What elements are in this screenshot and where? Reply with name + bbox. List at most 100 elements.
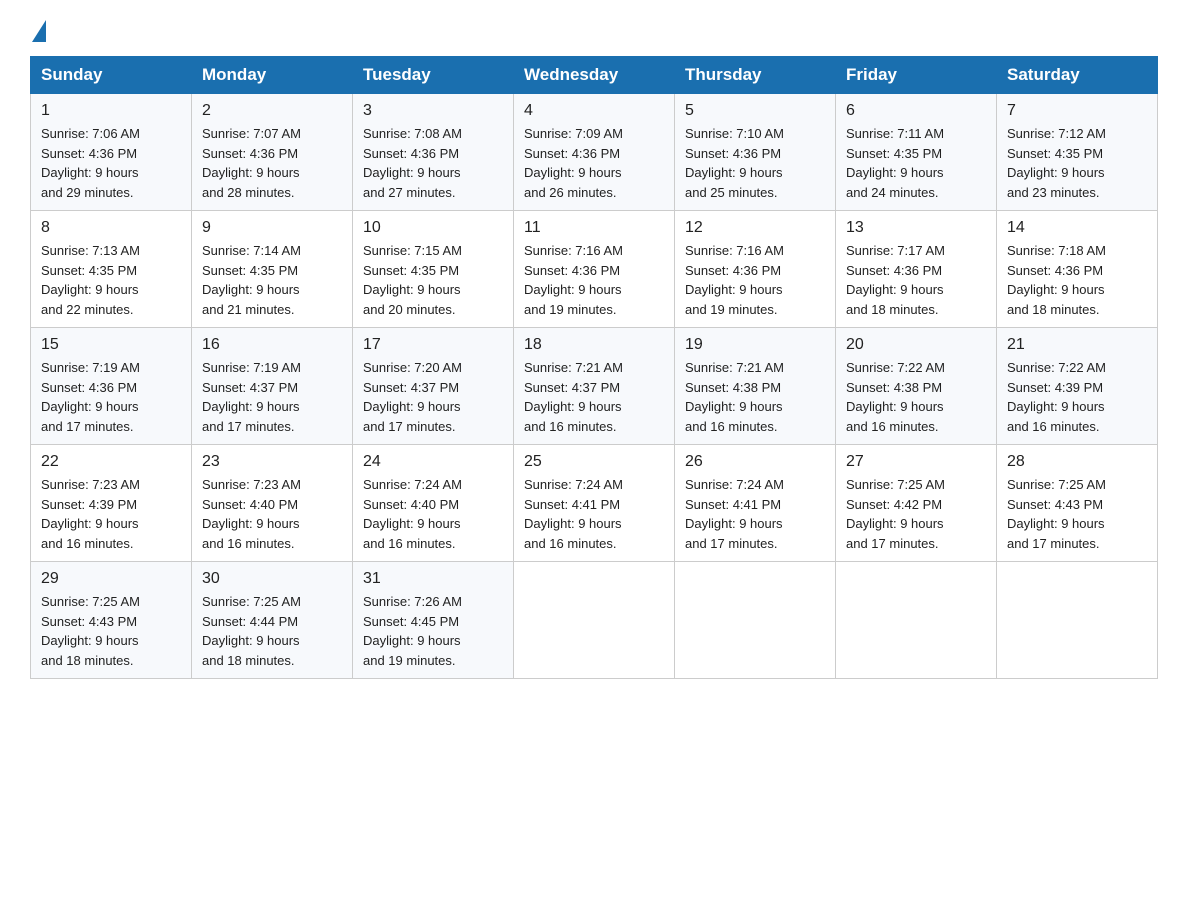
header-tuesday: Tuesday — [353, 57, 514, 94]
day-number: 29 — [41, 570, 181, 588]
day-info: Sunrise: 7:24 AMSunset: 4:41 PMDaylight:… — [685, 475, 825, 553]
calendar-cell: 13 Sunrise: 7:17 AMSunset: 4:36 PMDayligh… — [836, 211, 997, 328]
calendar-cell — [997, 562, 1158, 679]
calendar-cell — [675, 562, 836, 679]
header-sunday: Sunday — [31, 57, 192, 94]
header-wednesday: Wednesday — [514, 57, 675, 94]
day-number: 23 — [202, 453, 342, 471]
day-number: 26 — [685, 453, 825, 471]
day-number: 16 — [202, 336, 342, 354]
calendar-week-4: 22 Sunrise: 7:23 AMSunset: 4:39 PMDayligh… — [31, 445, 1158, 562]
day-number: 2 — [202, 102, 342, 120]
calendar-body: 1Sunrise: 7:06 AMSunset: 4:36 PMDaylight… — [31, 94, 1158, 679]
day-number: 11 — [524, 219, 664, 237]
header-friday: Friday — [836, 57, 997, 94]
day-number: 14 — [1007, 219, 1147, 237]
day-info: Sunrise: 7:16 AMSunset: 4:36 PMDaylight:… — [685, 241, 825, 319]
calendar-cell: 8 Sunrise: 7:13 AMSunset: 4:35 PMDaylight… — [31, 211, 192, 328]
day-number: 15 — [41, 336, 181, 354]
day-info: Sunrise: 7:25 AMSunset: 4:44 PMDaylight:… — [202, 592, 342, 670]
header-row: SundayMondayTuesdayWednesdayThursdayFrid… — [31, 57, 1158, 94]
calendar-cell: 4 Sunrise: 7:09 AMSunset: 4:36 PMDaylight… — [514, 94, 675, 211]
calendar-cell: 9 Sunrise: 7:14 AMSunset: 4:35 PMDaylight… — [192, 211, 353, 328]
header-saturday: Saturday — [997, 57, 1158, 94]
day-number: 31 — [363, 570, 503, 588]
day-info: Sunrise: 7:11 AMSunset: 4:35 PMDaylight:… — [846, 124, 986, 202]
day-info: Sunrise: 7:20 AMSunset: 4:37 PMDaylight:… — [363, 358, 503, 436]
calendar-cell: 5 Sunrise: 7:10 AMSunset: 4:36 PMDaylight… — [675, 94, 836, 211]
day-number: 30 — [202, 570, 342, 588]
calendar-cell: 14Sunrise: 7:18 AMSunset: 4:36 PMDayligh… — [997, 211, 1158, 328]
calendar-cell: 18 Sunrise: 7:21 AMSunset: 4:37 PMDayligh… — [514, 328, 675, 445]
day-number: 10 — [363, 219, 503, 237]
day-info: Sunrise: 7:07 AMSunset: 4:36 PMDaylight:… — [202, 124, 342, 202]
page-header — [30, 20, 1158, 38]
calendar-cell: 23 Sunrise: 7:23 AMSunset: 4:40 PMDayligh… — [192, 445, 353, 562]
day-info: Sunrise: 7:26 AMSunset: 4:45 PMDaylight:… — [363, 592, 503, 670]
calendar-cell: 29 Sunrise: 7:25 AMSunset: 4:43 PMDayligh… — [31, 562, 192, 679]
day-number: 17 — [363, 336, 503, 354]
calendar-week-3: 15 Sunrise: 7:19 AMSunset: 4:36 PMDayligh… — [31, 328, 1158, 445]
calendar-cell: 12 Sunrise: 7:16 AMSunset: 4:36 PMDayligh… — [675, 211, 836, 328]
day-info: Sunrise: 7:23 AMSunset: 4:39 PMDaylight:… — [41, 475, 181, 553]
day-info: Sunrise: 7:19 AMSunset: 4:36 PMDaylight:… — [41, 358, 181, 436]
calendar-cell: 26 Sunrise: 7:24 AMSunset: 4:41 PMDayligh… — [675, 445, 836, 562]
calendar-week-5: 29 Sunrise: 7:25 AMSunset: 4:43 PMDayligh… — [31, 562, 1158, 679]
day-number: 13 — [846, 219, 986, 237]
day-info: Sunrise: 7:22 AMSunset: 4:39 PMDaylight:… — [1007, 358, 1147, 436]
calendar-cell: 11 Sunrise: 7:16 AMSunset: 4:36 PMDayligh… — [514, 211, 675, 328]
day-number: 9 — [202, 219, 342, 237]
calendar-cell: 17 Sunrise: 7:20 AMSunset: 4:37 PMDayligh… — [353, 328, 514, 445]
day-number: 7 — [1007, 102, 1147, 120]
day-info: Sunrise: 7:12 AMSunset: 4:35 PMDaylight:… — [1007, 124, 1147, 202]
calendar-cell — [836, 562, 997, 679]
day-info: Sunrise: 7:16 AMSunset: 4:36 PMDaylight:… — [524, 241, 664, 319]
day-number: 6 — [846, 102, 986, 120]
day-info: Sunrise: 7:14 AMSunset: 4:35 PMDaylight:… — [202, 241, 342, 319]
day-info: Sunrise: 7:13 AMSunset: 4:35 PMDaylight:… — [41, 241, 181, 319]
calendar-cell: 27Sunrise: 7:25 AMSunset: 4:42 PMDayligh… — [836, 445, 997, 562]
day-number: 12 — [685, 219, 825, 237]
day-number: 3 — [363, 102, 503, 120]
header-thursday: Thursday — [675, 57, 836, 94]
day-number: 5 — [685, 102, 825, 120]
calendar-header: SundayMondayTuesdayWednesdayThursdayFrid… — [31, 57, 1158, 94]
day-info: Sunrise: 7:08 AMSunset: 4:36 PMDaylight:… — [363, 124, 503, 202]
calendar-cell: 10 Sunrise: 7:15 AMSunset: 4:35 PMDayligh… — [353, 211, 514, 328]
day-info: Sunrise: 7:25 AMSunset: 4:43 PMDaylight:… — [41, 592, 181, 670]
calendar-cell: 19 Sunrise: 7:21 AMSunset: 4:38 PMDayligh… — [675, 328, 836, 445]
day-info: Sunrise: 7:21 AMSunset: 4:38 PMDaylight:… — [685, 358, 825, 436]
calendar-cell: 15 Sunrise: 7:19 AMSunset: 4:36 PMDayligh… — [31, 328, 192, 445]
day-info: Sunrise: 7:25 AMSunset: 4:42 PMDaylight:… — [846, 475, 986, 553]
day-number: 8 — [41, 219, 181, 237]
day-number: 22 — [41, 453, 181, 471]
calendar-cell: 16 Sunrise: 7:19 AMSunset: 4:37 PMDayligh… — [192, 328, 353, 445]
day-info: Sunrise: 7:09 AMSunset: 4:36 PMDaylight:… — [524, 124, 664, 202]
calendar-cell: 22 Sunrise: 7:23 AMSunset: 4:39 PMDayligh… — [31, 445, 192, 562]
calendar-cell: 20Sunrise: 7:22 AMSunset: 4:38 PMDayligh… — [836, 328, 997, 445]
calendar-cell: 2 Sunrise: 7:07 AMSunset: 4:36 PMDaylight… — [192, 94, 353, 211]
day-number: 19 — [685, 336, 825, 354]
day-number: 25 — [524, 453, 664, 471]
day-info: Sunrise: 7:17 AMSunset: 4:36 PMDaylight:… — [846, 241, 986, 319]
day-info: Sunrise: 7:10 AMSunset: 4:36 PMDaylight:… — [685, 124, 825, 202]
day-info: Sunrise: 7:19 AMSunset: 4:37 PMDaylight:… — [202, 358, 342, 436]
calendar-cell: 21 Sunrise: 7:22 AMSunset: 4:39 PMDayligh… — [997, 328, 1158, 445]
logo-triangle-icon — [32, 20, 46, 42]
day-number: 24 — [363, 453, 503, 471]
day-number: 18 — [524, 336, 664, 354]
day-info: Sunrise: 7:24 AMSunset: 4:41 PMDaylight:… — [524, 475, 664, 553]
calendar-cell: 31 Sunrise: 7:26 AMSunset: 4:45 PMDayligh… — [353, 562, 514, 679]
logo — [30, 20, 46, 38]
calendar-cell: 6 Sunrise: 7:11 AMSunset: 4:35 PMDaylight… — [836, 94, 997, 211]
day-info: Sunrise: 7:23 AMSunset: 4:40 PMDaylight:… — [202, 475, 342, 553]
day-number: 28 — [1007, 453, 1147, 471]
day-info: Sunrise: 7:24 AMSunset: 4:40 PMDaylight:… — [363, 475, 503, 553]
calendar-cell: 7 Sunrise: 7:12 AMSunset: 4:35 PMDaylight… — [997, 94, 1158, 211]
calendar-cell: 1Sunrise: 7:06 AMSunset: 4:36 PMDaylight… — [31, 94, 192, 211]
day-info: Sunrise: 7:21 AMSunset: 4:37 PMDaylight:… — [524, 358, 664, 436]
day-info: Sunrise: 7:15 AMSunset: 4:35 PMDaylight:… — [363, 241, 503, 319]
calendar-cell: 30 Sunrise: 7:25 AMSunset: 4:44 PMDayligh… — [192, 562, 353, 679]
day-number: 4 — [524, 102, 664, 120]
day-number: 21 — [1007, 336, 1147, 354]
